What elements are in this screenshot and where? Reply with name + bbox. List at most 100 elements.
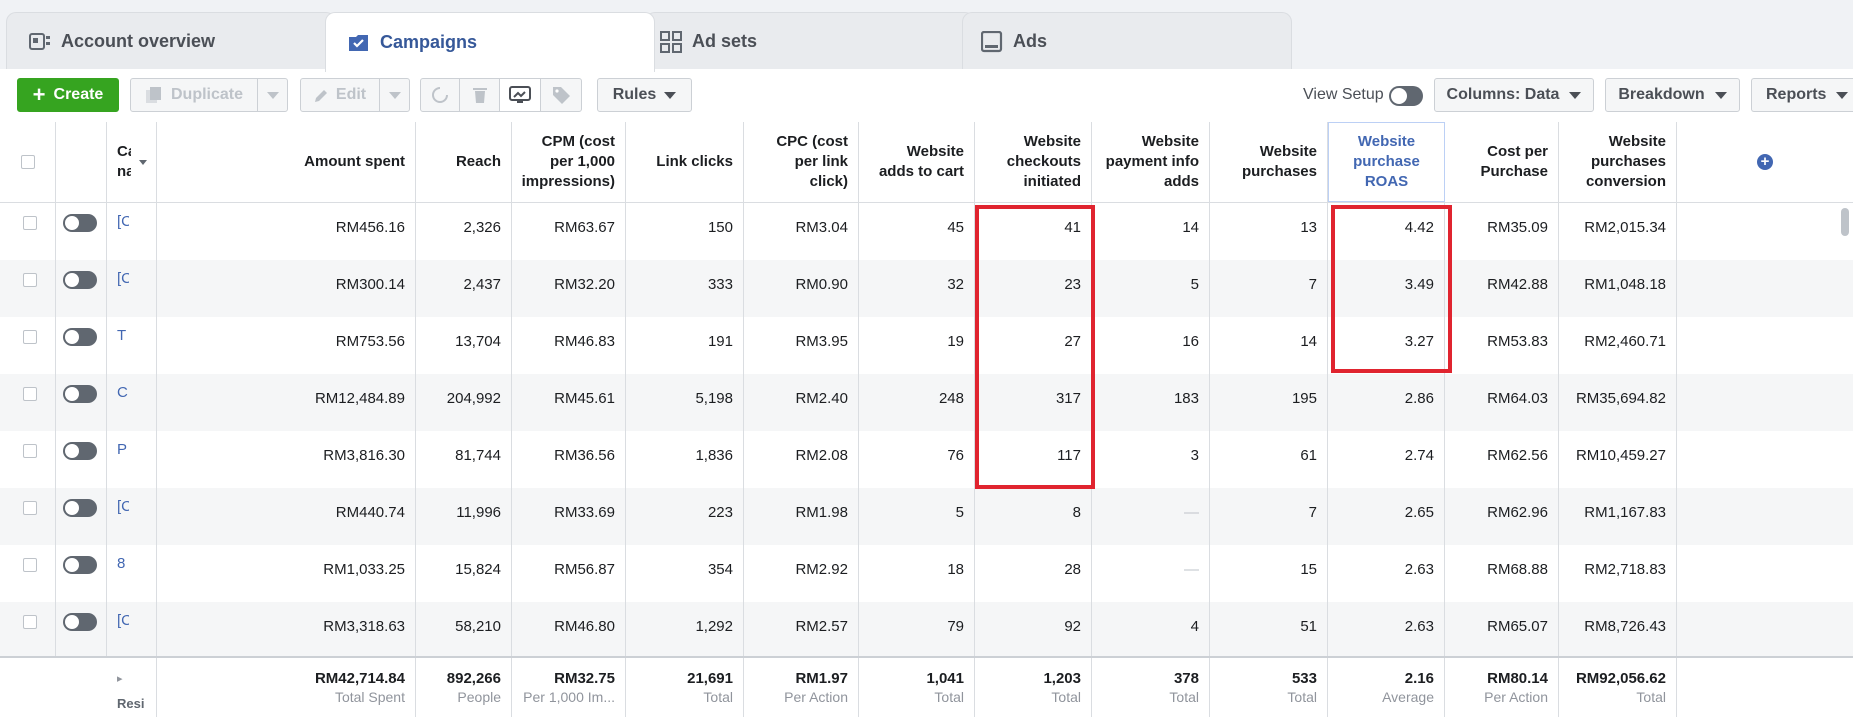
row-checkbox[interactable]	[23, 387, 37, 401]
row-checkbox[interactable]	[23, 501, 37, 515]
campaign-name-link[interactable]: 8	[117, 555, 129, 572]
chevron-down-icon	[1569, 91, 1582, 99]
cell-cart: 76	[859, 431, 975, 488]
column-header-roas[interactable]: Website purchase ROAS	[1328, 122, 1445, 202]
column-header-adds-to-cart[interactable]: Website adds to cart	[859, 122, 975, 202]
column-header-amount-spent[interactable]: Amount spent	[157, 122, 416, 202]
row-checkbox[interactable]	[23, 330, 37, 344]
duplicate-dropdown-button[interactable]	[257, 78, 288, 112]
cell-reach: 81,744	[416, 431, 512, 488]
cell-conv: RM8,726.43	[1559, 602, 1677, 659]
tab-ad-sets[interactable]: Ad sets	[645, 12, 975, 70]
row-empty-cell	[1677, 431, 1853, 488]
row-select-cell	[0, 374, 56, 431]
column-header-link-clicks[interactable]: Link clicks	[626, 122, 744, 202]
ab-test-button[interactable]	[499, 78, 541, 112]
footer-payment: 378 Total	[1092, 658, 1210, 717]
column-header-reach[interactable]: Reach	[416, 122, 512, 202]
expand-icon[interactable]: ▸	[117, 670, 146, 688]
cell-payment: 4	[1092, 602, 1210, 659]
table-row[interactable]: 8 RM1,033.25 15,824 RM56.87 354 RM2.92 18 28—15…	[0, 545, 1853, 602]
table-row[interactable]: [C RM3,318.63 58,210 RM46.80 1,292 RM2.57 79 92…	[0, 602, 1853, 659]
campaign-toggle[interactable]	[63, 385, 97, 403]
campaign-name-link[interactable]: P	[117, 441, 129, 458]
campaign-name-link[interactable]: [C	[117, 498, 129, 515]
duplicate-button[interactable]: Duplicate	[130, 78, 258, 112]
campaign-name-link[interactable]: [C	[117, 213, 129, 230]
columns-button[interactable]: Columns: Data	[1434, 78, 1594, 112]
campaign-name-link[interactable]: [C	[117, 270, 129, 287]
column-header-name[interactable]: Ca na	[107, 122, 157, 202]
cell-roas: 4.42	[1328, 203, 1445, 260]
cell-cpp: RM65.07	[1445, 602, 1559, 659]
cell-roas: 3.27	[1328, 317, 1445, 374]
cell-cart: 79	[859, 602, 975, 659]
campaign-toggle[interactable]	[63, 499, 97, 517]
row-checkbox[interactable]	[23, 615, 37, 629]
vertical-scrollbar[interactable]	[1841, 208, 1849, 236]
edit-button[interactable]: Edit	[300, 78, 380, 112]
cell-reach: 58,210	[416, 602, 512, 659]
cell-cpp: RM62.56	[1445, 431, 1559, 488]
tab-campaigns[interactable]: Campaigns	[325, 12, 655, 72]
table-row[interactable]: T RM753.56 13,704 RM46.83 191 RM3.95 19 27 16 14 3…	[0, 317, 1853, 374]
refresh-icon	[431, 86, 449, 104]
tab-account-overview[interactable]: Account overview	[6, 12, 336, 70]
cell-clicks: 223	[626, 488, 744, 545]
row-empty-cell	[1677, 374, 1853, 431]
cell-checkouts: 92	[975, 602, 1092, 659]
footer-results-label: Resi	[117, 696, 145, 711]
table-row[interactable]: P RM3,816.30 81,744 RM36.56 1,836 RM2.08 76 117…	[0, 431, 1853, 488]
rules-button[interactable]: Rules	[597, 78, 692, 112]
table-row[interactable]: [C RM440.74 11,996 RM33.69 223 RM1.98 5 8—7 2.65…	[0, 488, 1853, 545]
cell-checkouts: 27	[975, 317, 1092, 374]
add-column-icon[interactable]: +	[1757, 154, 1773, 170]
column-header-checkouts[interactable]: Website checkouts initiated	[975, 122, 1092, 202]
table-row[interactable]: C RM12,484.89 204,992 RM45.61 5,198 RM2.40 248…	[0, 374, 1853, 431]
refresh-button[interactable]	[420, 78, 460, 112]
campaign-name-link[interactable]: C	[117, 384, 129, 401]
edit-dropdown-button[interactable]	[379, 78, 410, 112]
ad-icon	[981, 30, 1003, 53]
cell-purchases: 13	[1210, 203, 1328, 260]
breakdown-button[interactable]: Breakdown	[1605, 78, 1740, 112]
tab-ads[interactable]: Ads	[962, 12, 1292, 70]
column-header-payment-info[interactable]: Website payment info adds	[1092, 122, 1210, 202]
cell-cart: 18	[859, 545, 975, 602]
row-name-cell	[107, 317, 157, 374]
cell-conv: RM2,718.83	[1559, 545, 1677, 602]
campaign-toggle[interactable]	[63, 442, 97, 460]
column-header-conversion[interactable]: Website purchases conversion	[1559, 122, 1677, 202]
campaign-toggle[interactable]	[63, 214, 97, 232]
campaign-toggle[interactable]	[63, 556, 97, 574]
row-checkbox[interactable]	[23, 273, 37, 287]
column-header-cpm[interactable]: CPM (cost per 1,000 impressions)	[512, 122, 626, 202]
cell-amount: RM12,484.89	[157, 374, 416, 431]
column-header-cost-per-purchase[interactable]: Cost per Purchase	[1445, 122, 1559, 202]
cell-cpm: RM32.20	[512, 260, 626, 317]
cell-checkouts: 317	[975, 374, 1092, 431]
delete-button[interactable]	[459, 78, 500, 112]
cell-reach: 13,704	[416, 317, 512, 374]
campaign-toggle[interactable]	[63, 328, 97, 346]
cell-cart: 19	[859, 317, 975, 374]
campaigns-table: Ca na Amount spent Reach CPM (cost per 1…	[0, 122, 1853, 717]
cell-cpm: RM46.83	[512, 317, 626, 374]
campaign-name-link[interactable]: T	[117, 327, 129, 344]
reports-button[interactable]: Reports	[1751, 78, 1853, 112]
tag-button[interactable]	[540, 78, 582, 112]
campaign-name-link[interactable]: [C	[117, 612, 129, 629]
table-row[interactable]: [C RM300.14 2,437 RM32.20 333 RM0.90 32 23 5 7 3.4…	[0, 260, 1853, 317]
table-row[interactable]: [C RM456.16 2,326 RM63.67 150 RM3.04 45 41 14 13 4…	[0, 203, 1853, 260]
select-all-checkbox[interactable]	[20, 155, 35, 169]
campaign-toggle[interactable]	[63, 271, 97, 289]
row-checkbox[interactable]	[23, 444, 37, 458]
row-checkbox[interactable]	[23, 558, 37, 572]
campaign-toggle[interactable]	[63, 613, 97, 631]
row-checkbox[interactable]	[23, 216, 37, 230]
view-setup-toggle[interactable]	[1389, 86, 1423, 106]
column-header-cpc[interactable]: CPC (cost per link click)	[744, 122, 859, 202]
column-header-purchases[interactable]: Website purchases	[1210, 122, 1328, 202]
create-button[interactable]: + Create	[17, 78, 119, 112]
row-empty-cell	[1677, 545, 1853, 602]
